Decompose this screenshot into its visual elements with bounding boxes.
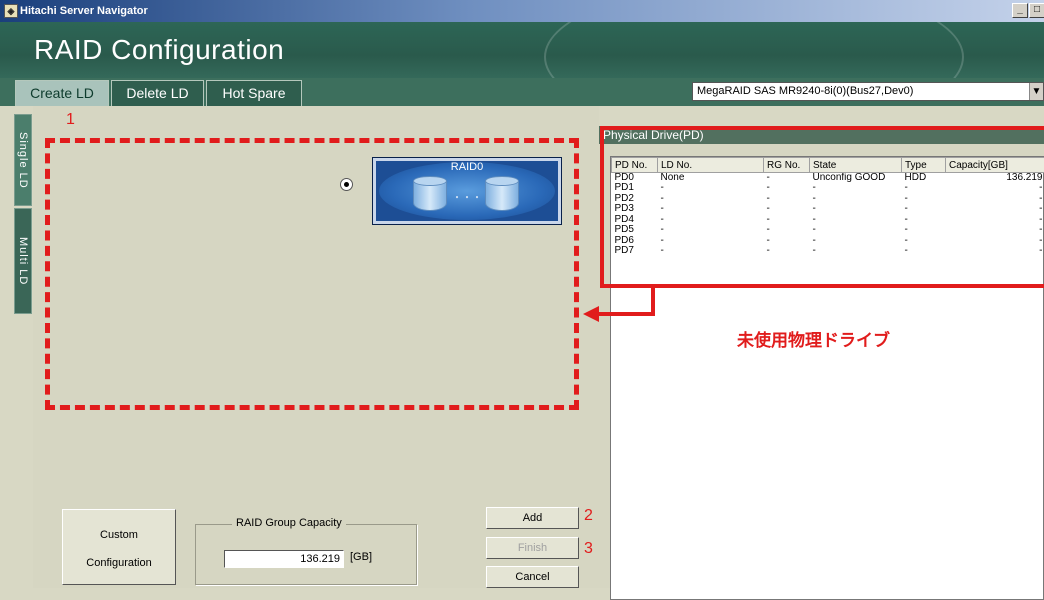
- custom-button-line2: Configuration: [63, 557, 175, 569]
- app-icon: ◈: [4, 4, 18, 18]
- tab-create-ld[interactable]: Create LD: [15, 80, 109, 106]
- page-title: RAID Configuration: [34, 34, 284, 66]
- finish-button[interactable]: Finish: [486, 537, 579, 559]
- annotation-connector: [598, 312, 655, 316]
- radio-dot: [344, 182, 349, 187]
- raid0-ellipsis: ・・・: [373, 189, 561, 204]
- tab-hot-spare[interactable]: Hot Spare: [206, 80, 302, 106]
- tab-delete-ld[interactable]: Delete LD: [111, 80, 204, 106]
- chevron-down-icon[interactable]: ▼: [1029, 83, 1043, 100]
- tab-single-ld[interactable]: Single LD: [14, 114, 32, 206]
- raid0-radio[interactable]: [340, 178, 353, 191]
- window-title: Hitachi Server Navigator: [20, 0, 148, 22]
- marker-2: 2: [584, 508, 593, 524]
- window-titlebar: ◈ Hitachi Server Navigator _ □: [0, 0, 1044, 22]
- tab-multi-ld[interactable]: Multi LD: [14, 208, 32, 314]
- add-button[interactable]: Add: [486, 507, 579, 529]
- minimize-button[interactable]: _: [1012, 3, 1028, 18]
- capacity-value-field: 136.219: [224, 550, 344, 568]
- app-header: RAID Configuration: [0, 22, 1044, 78]
- maximize-button[interactable]: □: [1029, 3, 1044, 18]
- capacity-legend: RAID Group Capacity: [232, 517, 346, 529]
- controller-select[interactable]: MegaRAID SAS MR9240-8i(0)(Bus27,Dev0) ▼: [692, 82, 1044, 101]
- annotation-connector: [651, 288, 655, 314]
- custom-configuration-button[interactable]: Custom Configuration: [62, 509, 176, 585]
- header-decoration: [544, 22, 964, 78]
- unused-drive-highlight: [600, 126, 1044, 288]
- marker-3: 3: [584, 541, 593, 557]
- controller-select-value: MegaRAID SAS MR9240-8i(0)(Bus27,Dev0): [697, 85, 913, 97]
- arrow-left-icon: [583, 306, 599, 322]
- cancel-button[interactable]: Cancel: [486, 566, 579, 588]
- raid-group-capacity: RAID Group Capacity 136.219 [GB]: [195, 524, 417, 585]
- raid0-label: RAID0: [373, 161, 561, 173]
- raid0-button[interactable]: RAID0 ・・・: [372, 157, 562, 225]
- capacity-unit: [GB]: [350, 551, 372, 563]
- marker-1: 1: [66, 112, 75, 128]
- custom-button-line1: Custom: [63, 529, 175, 541]
- annotation-label: 未使用物理ドライブ: [737, 326, 890, 351]
